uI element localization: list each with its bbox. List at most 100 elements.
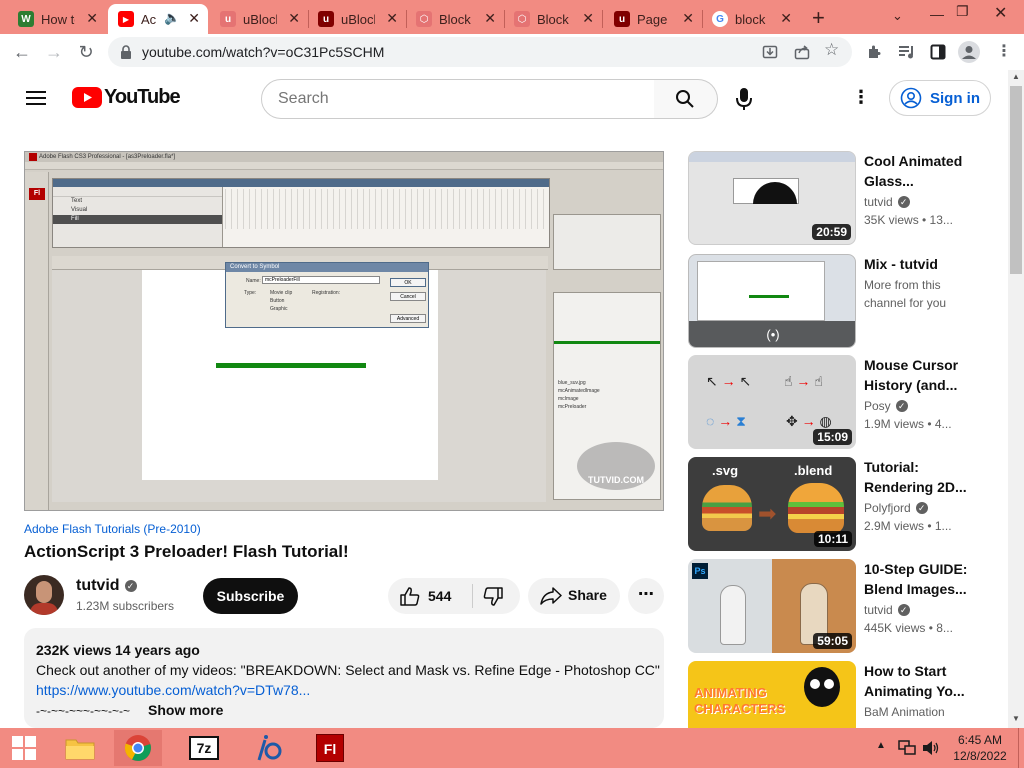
close-tab-icon[interactable]: ✕ (582, 10, 594, 27)
sign-in-label: Sign in (930, 89, 980, 107)
tab-search-chevron-icon[interactable]: ⌄ (892, 8, 903, 24)
recommended-video[interactable]: 20:59 Cool Animated Glass... tutvid ✓ 35K… (688, 151, 1008, 245)
browser-tab[interactable]: ⬡ Block ✕ (504, 4, 602, 34)
close-tab-icon[interactable]: ✕ (682, 10, 694, 27)
minimize-icon[interactable]: — (930, 6, 944, 22)
video-channel[interactable]: tutvid ✓ (864, 195, 910, 209)
extensions-puzzle-icon[interactable] (866, 44, 882, 60)
video-title[interactable]: Cool Animated Glass... (864, 151, 970, 191)
channel-name[interactable]: tutvid ✓ (76, 577, 137, 595)
close-tab-icon[interactable]: ✕ (386, 10, 398, 27)
burger-flat-icon (702, 485, 752, 531)
share-page-icon[interactable] (794, 44, 810, 60)
media-controls-icon[interactable] (898, 44, 916, 60)
close-tab-icon[interactable]: ✕ (86, 10, 98, 27)
video-player[interactable]: Adobe Flash CS3 Professional - [as3Prelo… (24, 151, 664, 511)
dialog-advanced-button: Advanced (390, 314, 426, 323)
dislike-button[interactable] (473, 578, 520, 614)
back-arrow-icon[interactable]: ← (10, 40, 34, 64)
browser-menu-icon[interactable]: ⋮ (996, 41, 1012, 61)
search-button[interactable] (654, 79, 718, 119)
video-title[interactable]: How to Start Animating Yo... (864, 661, 970, 701)
close-tab-icon[interactable]: ✕ (780, 10, 792, 27)
video-category-link[interactable]: Adobe Flash Tutorials (Pre-2010) (24, 522, 201, 536)
side-panel-icon[interactable] (930, 44, 946, 60)
like-button[interactable]: 544 (388, 578, 472, 614)
scrollbar-thumb[interactable] (1010, 86, 1022, 274)
browser-tab[interactable]: u Page ✕ (604, 4, 702, 34)
youtube-logo[interactable]: YouTube (72, 86, 181, 109)
show-more-button[interactable]: Show more (148, 702, 223, 718)
new-tab-icon[interactable]: + (812, 5, 825, 31)
7zip-button[interactable]: 7z (180, 730, 228, 766)
channel-avatar[interactable] (24, 575, 64, 615)
scroll-up-arrow-icon[interactable]: ▲ (1012, 72, 1020, 81)
network-icon[interactable] (898, 739, 916, 757)
video-thumbnail[interactable]: Ps 59:05 (688, 559, 856, 653)
video-title[interactable]: 10-Step GUIDE: Blend Images... (864, 559, 970, 599)
video-channel[interactable]: BaM Animation (864, 705, 945, 719)
video-thumbnail[interactable]: ANIMATING CHARACTERS (688, 661, 856, 728)
start-button[interactable] (0, 730, 48, 766)
lock-icon[interactable] (120, 45, 132, 59)
sign-in-button[interactable]: Sign in (889, 80, 991, 116)
reload-icon[interactable]: ↻ (74, 40, 98, 64)
recommended-video[interactable]: ANIMATING CHARACTERS How to Start Animat… (688, 661, 1008, 728)
subscribe-button[interactable]: Subscribe (203, 578, 298, 614)
video-thumbnail[interactable]: (•) (688, 254, 856, 348)
file-explorer-button[interactable] (56, 730, 104, 766)
recommended-video[interactable]: .svg .blend ➡ 10:11 Tutorial: Rendering … (688, 457, 1008, 551)
address-bar[interactable]: youtube.com/watch?v=oC31Pc5SCHM ☆ (108, 37, 852, 67)
share-button[interactable]: Share (528, 578, 620, 614)
chrome-button[interactable] (114, 730, 162, 766)
description-link[interactable]: https://www.youtube.com/watch?v=DTw78... (36, 682, 310, 698)
description-box[interactable]: 232K views 14 years ago Check out anothe… (24, 628, 664, 728)
video-title[interactable]: Tutorial: Rendering 2D... (864, 457, 970, 497)
scroll-down-arrow-icon[interactable]: ▼ (1012, 714, 1020, 723)
microphone-icon[interactable] (736, 87, 752, 111)
close-tab-icon[interactable]: ✕ (484, 10, 496, 27)
more-actions-icon[interactable]: ⋯ (628, 578, 664, 614)
video-title[interactable]: Mouse Cursor History (and... (864, 355, 970, 395)
volume-icon[interactable] (922, 739, 940, 757)
tool-app-button[interactable] (244, 730, 292, 766)
hamburger-menu-icon[interactable] (26, 90, 46, 106)
system-clock[interactable]: 6:45 AM 12/8/2022 (950, 732, 1010, 764)
dialog-type-option: Button (270, 298, 285, 304)
window-close-icon[interactable]: ✕ (994, 3, 1007, 23)
recommended-mix[interactable]: (•) Mix - tutvid More from this channel … (688, 254, 1008, 348)
url-text[interactable]: youtube.com/watch?v=oC31Pc5SCHM (142, 44, 384, 60)
close-tab-icon[interactable]: ✕ (188, 10, 200, 27)
forward-arrow-icon[interactable]: → (42, 40, 66, 64)
video-channel[interactable]: Polyfjord ✓ (864, 501, 928, 515)
close-tab-icon[interactable]: ✕ (288, 10, 300, 27)
video-thumbnail[interactable]: ↖ → ↖ ☝ → ☝ ◌ → ⧗ ✥ → ◍ 15:09 (688, 355, 856, 449)
video-title[interactable]: Mix - tutvid (864, 254, 970, 274)
browser-tab[interactable]: G block ✕ (702, 4, 800, 34)
profile-avatar-icon[interactable] (958, 41, 980, 63)
audio-playing-icon[interactable]: 🔈 (164, 10, 180, 26)
install-app-icon[interactable] (762, 44, 778, 60)
video-thumbnail[interactable]: .svg .blend ➡ 10:11 (688, 457, 856, 551)
browser-tab-active[interactable]: ▶ Ac 🔈 ✕ (108, 4, 208, 34)
browser-tab[interactable]: ⬡ Block ✕ (406, 4, 504, 34)
page-scrollbar[interactable]: ▲ ▼ (1008, 70, 1024, 728)
more-options-icon[interactable]: ⋮ (852, 87, 870, 108)
search-input[interactable]: Search (261, 79, 655, 119)
flash-button[interactable]: Fl (306, 730, 354, 766)
bookmark-star-icon[interactable]: ☆ (824, 40, 839, 60)
browser-tab[interactable]: W How to ✕ (8, 4, 106, 34)
dialog-type-option: Graphic (270, 306, 288, 312)
browser-tab[interactable]: u uBlock ✕ (210, 4, 308, 34)
recommended-video[interactable]: Ps 59:05 10-Step GUIDE: Blend Images... … (688, 559, 1008, 653)
video-thumbnail[interactable]: 20:59 (688, 151, 856, 245)
browser-tab[interactable]: u uBlock ✕ (308, 4, 406, 34)
restore-icon[interactable]: ❐ (956, 3, 969, 20)
video-channel[interactable]: tutvid ✓ (864, 603, 910, 617)
verified-check-icon: ✓ (897, 604, 910, 616)
show-desktop-button[interactable] (1018, 728, 1024, 768)
show-hidden-icons-chevron-icon[interactable]: ▲ (876, 740, 886, 751)
dialog-type-option: Movie clip (270, 290, 293, 296)
recommended-video[interactable]: ↖ → ↖ ☝ → ☝ ◌ → ⧗ ✥ → ◍ 15:09 Mouse Curs… (688, 355, 1008, 449)
video-channel[interactable]: Posy ✓ (864, 399, 908, 413)
